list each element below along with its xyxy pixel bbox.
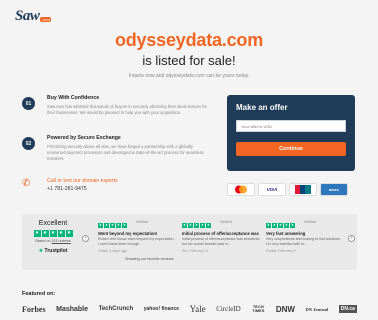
show-favorite-reviews: Showing our favorite reviews (125, 257, 174, 261)
phone-icon: ✆ (22, 178, 31, 189)
trustpilot-logo: ★ Trustpilot (28, 248, 78, 254)
feature-number: 01 (22, 97, 35, 110)
star-icon: ★ (182, 223, 187, 228)
review-text: Initial process of offer/acceptance was … (182, 237, 260, 246)
logo-mark: Saw (15, 8, 40, 24)
star-icon: ★ (98, 223, 103, 228)
site-logo[interactable]: Saw .com (15, 8, 52, 25)
star-icon: ★ (284, 223, 289, 228)
feature-title: Powered by Secure Exchange (47, 135, 121, 141)
trustpilot-brand: Trustpilot (44, 248, 68, 254)
offer-input[interactable] (236, 120, 346, 132)
payment-methods: VISA amex (227, 183, 348, 196)
domain-name: odysseydata.com (114, 30, 264, 50)
featured-outlets: Forbes Mashable TechCrunch yahoo! financ… (22, 304, 357, 314)
next-arrow-icon[interactable]: › (348, 235, 355, 242)
review-text: Robert and Susan went beyond my expectat… (98, 237, 175, 246)
trustpilot-summary[interactable]: Excellent ★ ★ ★ ★ ★ Based on 215 reviews… (28, 220, 78, 254)
star-icon: ★ (200, 223, 205, 228)
dnw-logo: DNW (275, 304, 295, 314)
forbes-logo: Forbes (22, 304, 46, 314)
verified-badge: Verified (136, 220, 148, 224)
featured-label: Featured on: (22, 291, 56, 297)
call-experts-link[interactable]: Call or text our domain experts (47, 178, 118, 184)
feature-text: Saw.com has assisted thousands of buyers… (47, 104, 207, 115)
star-icon: ★ (110, 223, 115, 228)
visa-icon: VISA (258, 183, 286, 196)
based-prefix: Based on (35, 239, 51, 243)
continue-button[interactable]: Continue (236, 142, 346, 156)
contact-block: ✆ Call or text our domain experts +1 781… (22, 178, 118, 192)
star-icon: ★ (194, 223, 199, 228)
star-icon: ★ (49, 230, 57, 237)
star-icon: ★ (104, 223, 109, 228)
offer-panel: Make an offer Continue (227, 95, 355, 171)
phone-number[interactable]: +1 781-281-9475 (47, 186, 118, 192)
star-icon: ★ (290, 223, 295, 228)
review-title: Very fast answering (266, 231, 306, 236)
review-count-link[interactable]: 215 reviews (52, 239, 71, 243)
star-icon: ★ (65, 230, 73, 237)
review-author: Ubaid, 5 days ago (98, 249, 127, 253)
star-icon: ★ (122, 223, 127, 228)
star-icon: ★ (278, 223, 283, 228)
star-icon: ★ (266, 223, 271, 228)
techtimes-logo: TECH TIMES (252, 303, 265, 313)
review-author: Daniel, February 9 (266, 249, 296, 253)
circleid-logo: CircleID (216, 305, 241, 313)
feature-number: 02 (22, 137, 35, 150)
mastercard-icon (227, 183, 255, 196)
review-card[interactable]: ★ ★ ★ ★ ★ Verified Went beyond my expectatio… (98, 220, 176, 253)
verified-badge: Verified (304, 220, 316, 224)
review-text: Very cooperatives and looking to find so… (266, 237, 341, 246)
review-count: Based on 215 reviews (28, 239, 78, 243)
verified-badge: Verified (220, 220, 232, 224)
star-icon: ★ (57, 230, 65, 237)
yale-logo: Yale (189, 304, 206, 314)
hero: odysseydata.com is listed for sale! Inqu… (0, 30, 378, 79)
review-card[interactable]: ★ ★ ★ ★ ★ Verified Very fast answering Very … (266, 220, 344, 253)
star-icon: ★ (33, 230, 41, 237)
star-icon: ★ (272, 223, 277, 228)
yahoo-finance-logo: yahoo! finance (143, 306, 180, 312)
trustpilot-star-icon: ★ (38, 248, 44, 254)
review-title: Initial process of offer/acceptance was (182, 231, 259, 236)
star-icon: ★ (188, 223, 193, 228)
feature-title: Buy With Confidence (47, 95, 100, 101)
star-icon: ★ (206, 223, 211, 228)
mashable-logo: Mashable (56, 305, 89, 313)
review-card[interactable]: ★ ★ ★ ★ ★ Verified Initial process of offer/… (182, 220, 260, 253)
unionpay-icon (289, 183, 317, 196)
dnca-logo: DN.ca (338, 305, 357, 313)
offer-title: Make an offer (236, 103, 288, 112)
techcrunch-logo: TechCrunch (98, 306, 134, 312)
star-icon: ★ (41, 230, 49, 237)
rating-stars: ★ ★ ★ ★ ★ (28, 230, 78, 237)
review-title: Went beyond my expectation! (98, 231, 158, 236)
hero-subtitle: Inquire now and odysseydata.com can be y… (128, 73, 250, 79)
logo-badge: .com (40, 17, 52, 22)
review-author: Sia, February 11 (182, 249, 209, 253)
prev-arrow-icon[interactable]: ‹ (82, 235, 89, 242)
trustpilot-widget: Excellent ★ ★ ★ ★ ★ Based on 215 reviews… (22, 214, 357, 270)
feature-text: Prioritizing security above all else, we… (47, 144, 204, 161)
dnjournal-logo: DN Journal (305, 306, 329, 312)
rating-word: Excellent (38, 220, 68, 227)
feature-secure-exchange: 02 Powered by Secure Exchange Prioritizi… (22, 135, 212, 161)
amex-icon: amex (320, 183, 348, 196)
sale-status: is listed for sale! (142, 53, 236, 68)
star-icon: ★ (116, 223, 121, 228)
feature-confidence: 01 Buy With Confidence Saw.com has assis… (22, 95, 212, 116)
